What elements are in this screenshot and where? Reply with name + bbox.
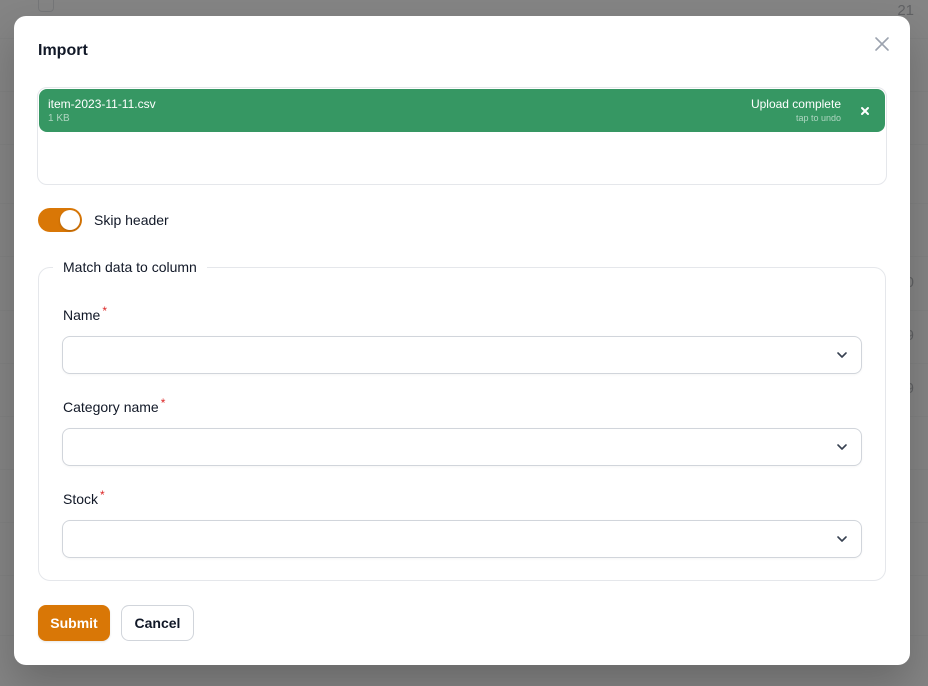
stock-column-select[interactable] [62,520,862,558]
fieldset-legend: Match data to column [53,259,207,275]
remove-file-button[interactable] [855,101,875,121]
undo-hint[interactable]: tap to undo [796,113,841,123]
upload-status: Upload complete [750,97,841,111]
column-mapping-fieldset: Match data to column Name * Category name… [38,259,886,581]
required-mark: * [160,396,166,410]
close-icon [861,107,869,115]
field-label-text: Stock [63,491,99,507]
toggle-knob [60,210,80,230]
skip-header-label: Skip header [94,212,169,228]
category-name-field-label: Category name * [63,396,166,415]
chevron-down-icon [837,536,847,542]
file-size: 1 KB [48,113,70,124]
close-button[interactable] [872,34,892,54]
close-icon [875,37,889,51]
file-name: item-2023-11-11.csv [48,97,156,111]
skip-header-row: Skip header [38,208,169,232]
modal-title: Import [38,42,88,59]
chevron-down-icon [837,444,847,450]
skip-header-toggle[interactable] [38,208,82,232]
file-dropzone[interactable]: item-2023-11-11.csv 1 KB Upload complete… [37,87,887,185]
cancel-button[interactable]: Cancel [121,605,194,641]
required-mark: * [100,488,105,502]
import-modal: Import item-2023-11-11.csv 1 KB Upload c… [14,16,910,665]
submit-button[interactable]: Submit [38,605,110,641]
chevron-down-icon [837,352,847,358]
category-name-column-select[interactable] [62,428,862,466]
name-column-select[interactable] [62,336,862,374]
required-mark: * [102,304,108,318]
name-field-label: Name * [63,304,108,323]
field-label-text: Category name [63,399,159,415]
field-label-text: Name [63,307,101,323]
stock-field-label: Stock * [63,488,105,507]
uploaded-file-item: item-2023-11-11.csv 1 KB Upload complete… [39,89,885,132]
